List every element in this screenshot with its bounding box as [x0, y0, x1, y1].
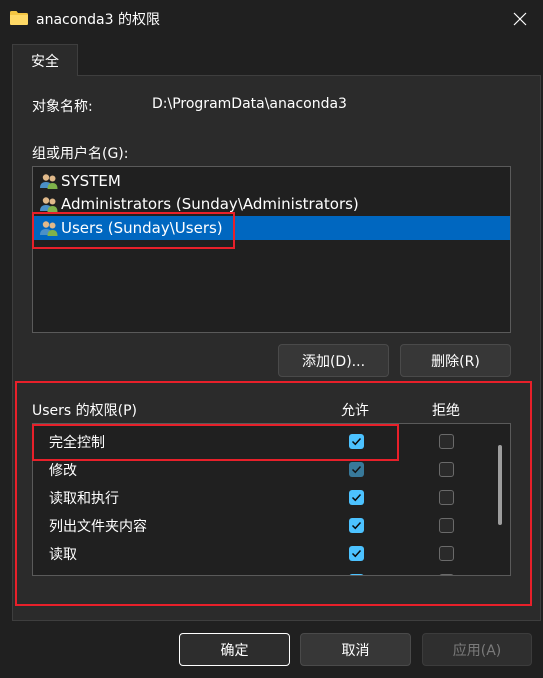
list-item-label: Users (Sunday\Users) [61, 219, 223, 237]
allow-checkbox[interactable] [349, 462, 364, 477]
allow-checkbox[interactable] [349, 434, 364, 449]
groups-label: 组或用户名(G): [32, 146, 129, 162]
permission-name: 读取 [49, 547, 77, 563]
users-icon [40, 221, 58, 236]
window-title: anaconda3 的权限 [36, 12, 160, 28]
allow-checkbox[interactable] [349, 490, 364, 505]
deny-column-header: 拒绝 [432, 403, 460, 419]
deny-checkbox[interactable] [439, 434, 454, 449]
list-item-selected[interactable]: Users (Sunday\Users) [34, 216, 510, 240]
check-icon [351, 493, 362, 502]
permissions-scrollbar[interactable] [498, 445, 502, 525]
permission-name: 读取和执行 [49, 491, 119, 507]
object-name-value: D:\ProgramData\anaconda3 [152, 96, 347, 112]
users-icon [40, 174, 58, 189]
groups-listbox[interactable]: SYSTEM Administrators (Sunday\Administra… [32, 166, 511, 333]
title-bar: anaconda3 的权限 [0, 0, 543, 38]
permission-row: 完全控制 [33, 428, 493, 456]
allow-checkbox[interactable] [349, 546, 364, 561]
permission-row: 读取 [33, 540, 493, 568]
permission-name: 修改 [49, 463, 77, 479]
check-icon [351, 465, 362, 474]
allow-checkbox-partial [349, 574, 364, 575]
permission-row: 修改 [33, 456, 493, 484]
check-icon [351, 437, 362, 446]
deny-checkbox[interactable] [439, 490, 454, 505]
list-item-label: Administrators (Sunday\Administrators) [61, 195, 359, 213]
check-icon [351, 549, 362, 558]
permission-name: 完全控制 [49, 435, 105, 451]
users-icon [40, 197, 58, 212]
ok-button[interactable]: 确定 [179, 633, 290, 666]
list-item[interactable]: Administrators (Sunday\Administrators) [34, 192, 510, 216]
check-icon [351, 521, 362, 530]
allow-checkbox[interactable] [349, 518, 364, 533]
tab-security[interactable]: 安全 [12, 44, 78, 76]
allow-column-header: 允许 [341, 403, 369, 419]
add-button[interactable]: 添加(D)... [278, 344, 389, 377]
list-item-label: SYSTEM [61, 172, 121, 190]
deny-checkbox-partial [439, 574, 454, 575]
permissions-list[interactable]: 完全控制 修改 读取和执行 列出文件夹内容 读取 [32, 423, 511, 576]
close-button[interactable] [497, 0, 543, 38]
deny-checkbox[interactable] [439, 462, 454, 477]
object-name-label: 对象名称: [32, 99, 93, 115]
close-icon [513, 12, 527, 26]
apply-button[interactable]: 应用(A) [422, 633, 532, 666]
remove-button[interactable]: 删除(R) [400, 344, 511, 377]
permissions-header: Users 的权限(P) [32, 403, 138, 419]
folder-icon [10, 11, 28, 25]
cancel-button[interactable]: 取消 [300, 633, 411, 666]
deny-checkbox[interactable] [439, 518, 454, 533]
permission-row: 列出文件夹内容 [33, 512, 493, 540]
list-item[interactable]: SYSTEM [34, 169, 510, 193]
permission-name: 列出文件夹内容 [49, 519, 147, 535]
deny-checkbox[interactable] [439, 546, 454, 561]
permission-row: 读取和执行 [33, 484, 493, 512]
